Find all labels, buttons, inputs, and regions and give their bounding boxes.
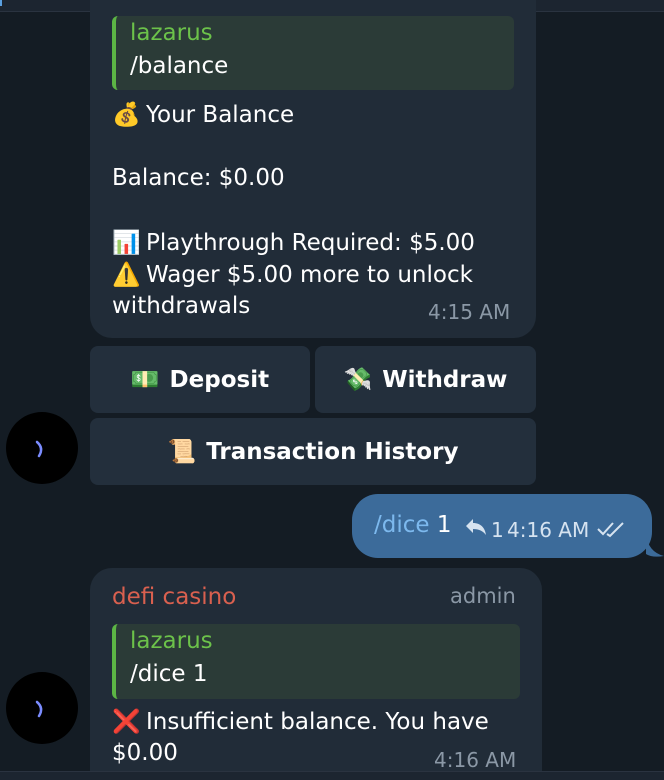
- reply-arrow-icon: [466, 519, 486, 535]
- reply-text: /dice 1: [130, 661, 208, 687]
- cross-mark-icon: ❌: [112, 709, 141, 735]
- scroll-icon: 📜: [167, 439, 197, 465]
- playthrough-line: 📊 Playthrough Required: $5.00: [112, 229, 475, 256]
- deposit-label: Deposit: [169, 366, 270, 393]
- outgoing-text: /dice 1: [374, 512, 452, 538]
- loading-spinner-icon: [35, 700, 43, 718]
- warning-line: ⚠️ Wager $5.00 more to unlock: [112, 261, 473, 288]
- money-bag-icon: 💰: [112, 102, 141, 128]
- balance-title-text: Your Balance: [146, 102, 295, 128]
- loading-spinner-icon: [35, 440, 43, 458]
- transaction-history-button[interactable]: 📜 Transaction History: [90, 418, 536, 485]
- outgoing-bubble-tail: [646, 534, 664, 557]
- balance-line: Balance: $0.00: [112, 165, 285, 191]
- reply-sender-name: lazarus: [130, 628, 213, 654]
- balance-message-bubble: lazarus /balance 💰 Your Balance Balance: …: [90, 0, 536, 338]
- bottom-bar: [0, 771, 664, 780]
- deposit-button[interactable]: 💵 Deposit: [90, 346, 310, 413]
- message-time: 4:15 AM: [428, 300, 511, 324]
- reply-sender-name: lazarus: [130, 20, 213, 46]
- withdraw-button[interactable]: 💸 Withdraw: [315, 346, 536, 413]
- balance-title: 💰 Your Balance: [112, 101, 294, 128]
- warning-line-continued: withdrawals: [112, 293, 251, 319]
- reply-quote[interactable]: lazarus /dice 1: [112, 624, 520, 699]
- error-text: Insufficient balance. You have: [146, 709, 489, 735]
- replies-count[interactable]: 1: [491, 518, 504, 542]
- error-message-bubble: defi casino admin lazarus /dice 1 ❌ Insuf…: [90, 568, 542, 780]
- dice-command-link[interactable]: /dice: [374, 512, 430, 538]
- transaction-history-label: Transaction History: [206, 438, 459, 465]
- playthrough-text: Playthrough Required: $5.00: [146, 230, 475, 256]
- warning-icon: ⚠️: [112, 262, 141, 288]
- top-bar-accent: [0, 0, 2, 6]
- outgoing-message-bubble: /dice 1 1 4:16 AM: [352, 494, 652, 558]
- dollar-banknote-icon: 💵: [130, 367, 160, 393]
- reply-text: /balance: [130, 53, 229, 79]
- withdraw-label: Withdraw: [382, 366, 508, 393]
- reply-quote[interactable]: lazarus /balance: [112, 16, 514, 90]
- message-time: 4:16 AM: [434, 748, 517, 772]
- sender-role-badge: admin: [450, 584, 516, 608]
- outgoing-time: 4:16 AM: [507, 518, 590, 542]
- money-wings-icon: 💸: [343, 367, 373, 393]
- sender-name[interactable]: defi casino: [112, 584, 236, 610]
- avatar[interactable]: [6, 412, 78, 484]
- error-line: ❌ Insufficient balance. You have: [112, 708, 489, 735]
- dice-argument: 1: [436, 512, 452, 538]
- bar-chart-icon: 📊: [112, 230, 141, 256]
- error-line-continued: $0.00: [112, 740, 178, 766]
- double-check-icon: [597, 522, 624, 538]
- warning-text: Wager $5.00 more to unlock: [146, 262, 473, 288]
- avatar[interactable]: [6, 672, 78, 744]
